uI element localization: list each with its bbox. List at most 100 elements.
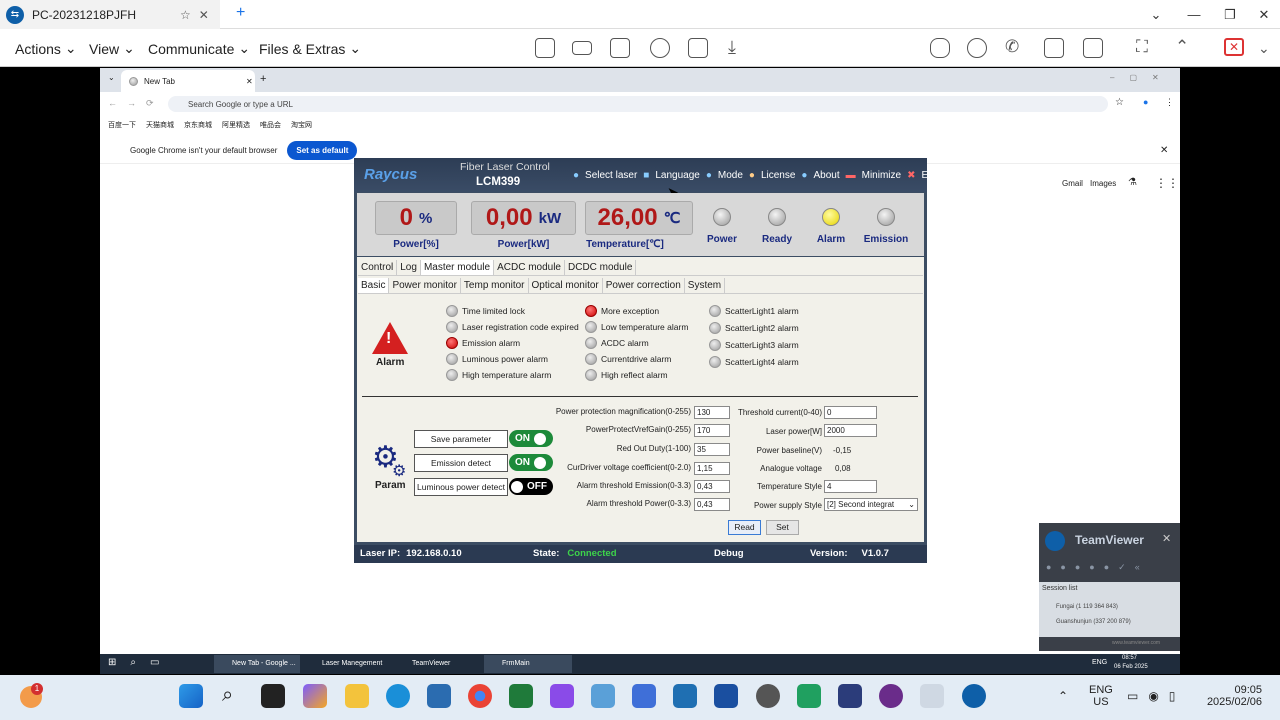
todo-icon[interactable] <box>632 684 656 708</box>
gmail-link[interactable]: Gmail <box>1062 179 1083 188</box>
images-link[interactable]: Images <box>1090 179 1116 188</box>
edit-icon[interactable] <box>1044 38 1064 58</box>
new-tab-icon[interactable]: + <box>260 73 266 85</box>
app-icon[interactable] <box>673 684 697 708</box>
menu-about[interactable]: About <box>813 170 839 181</box>
bookmark-item[interactable]: 天猫商城 <box>146 120 174 130</box>
power-protection-magnification-input[interactable]: 130 <box>694 406 730 419</box>
remote-start-icons[interactable]: ⊞⌕▭ <box>108 657 173 668</box>
set-button[interactable]: Set <box>766 520 799 535</box>
labs-icon[interactable]: ⚗ <box>1128 177 1137 188</box>
nav-buttons[interactable]: ←→⟳ <box>108 98 164 109</box>
chevron-down-icon[interactable]: ⌄ <box>1138 0 1174 29</box>
close-tab-icon[interactable]: ✕ <box>199 8 209 22</box>
laser-power-input[interactable]: 2000 <box>824 424 877 437</box>
session-item[interactable]: Fungai (1 119 364 843) <box>1056 604 1118 610</box>
power-protect-vref-gain-input[interactable]: 170 <box>694 424 730 437</box>
tab-system[interactable]: System <box>685 278 726 293</box>
remote-task-chrome[interactable]: New Tab - Google ... <box>214 655 300 673</box>
refresh-icon[interactable] <box>650 38 670 58</box>
chrome-tab[interactable]: New Tab ✕ <box>121 70 255 92</box>
language-indicator[interactable]: ENG US <box>1089 684 1113 708</box>
keyboard-icon[interactable] <box>572 41 592 55</box>
teamviewer-icon[interactable] <box>962 684 986 708</box>
tab-control[interactable]: Control <box>358 260 398 275</box>
menu-language[interactable]: Language <box>655 170 700 181</box>
app-icon[interactable] <box>756 684 780 708</box>
bookmark-item[interactable]: 京东商城 <box>184 120 212 130</box>
debug-button[interactable]: Debug <box>714 548 744 559</box>
read-button[interactable]: Read <box>728 520 761 535</box>
bookmark-star-icon[interactable]: ☆ <box>1115 97 1124 108</box>
address-bar[interactable]: Search Google or type a URL <box>168 96 1108 112</box>
threshold-current-input[interactable]: 0 <box>824 406 877 419</box>
close-icon[interactable]: ✕ <box>1246 0 1280 29</box>
remote-lang[interactable]: ENG <box>1092 659 1107 666</box>
tab-acdc-module[interactable]: ACDC module <box>494 260 565 275</box>
menu-view[interactable]: View ⌄ <box>89 40 135 57</box>
minimize-icon[interactable]: — <box>1176 0 1212 29</box>
new-tab-icon[interactable]: + <box>236 4 245 22</box>
tab-basic[interactable]: Basic <box>358 278 390 293</box>
apps-grid-icon[interactable]: ⋮⋮ <box>1155 176 1179 190</box>
remote-task-laser[interactable]: Laser Manegement <box>304 655 390 673</box>
pm-app-icon[interactable] <box>879 684 903 708</box>
tab-master-module[interactable]: Master module <box>420 260 495 275</box>
task-view-icon[interactable] <box>261 684 285 708</box>
set-default-button[interactable]: Set as default <box>287 141 358 160</box>
copilot-icon[interactable] <box>303 684 327 708</box>
tab-optical-monitor[interactable]: Optical monitor <box>529 278 603 293</box>
menu-mode[interactable]: Mode <box>718 170 743 181</box>
alarm-threshold-power-input[interactable]: 0,43 <box>694 498 730 511</box>
chevron-up-icon[interactable]: ⌃ <box>1058 689 1068 703</box>
th-app-icon[interactable] <box>714 684 738 708</box>
profile-icon[interactable]: ● <box>1143 97 1148 107</box>
widget-close-icon[interactable]: ✕ <box>1162 532 1171 545</box>
remote-task-teamviewer[interactable]: TeamViewer <box>394 655 480 673</box>
menu-minimize[interactable]: Minimize <box>862 170 901 181</box>
menu-exit[interactable]: Exit <box>921 170 938 181</box>
hand-icon[interactable] <box>930 38 950 58</box>
chrome-icon[interactable] <box>468 684 492 708</box>
bookmark-item[interactable]: 唯品会 <box>260 120 281 130</box>
screenshot-icon[interactable] <box>1083 38 1103 58</box>
close-icon[interactable]: ✕ <box>246 77 253 86</box>
widget-toolbar[interactable]: ●●●●●✓« <box>1046 562 1149 573</box>
menu-files-extras[interactable]: Files & Extras ⌄ <box>259 40 361 57</box>
chevron-up-icon[interactable]: ⌃ <box>1175 37 1189 57</box>
menu-select-laser[interactable]: Select laser <box>585 170 637 181</box>
tab-power-monitor[interactable]: Power monitor <box>389 278 461 293</box>
chart-icon[interactable] <box>535 38 555 58</box>
session-item[interactable]: Guanshunjun (337 200 879) <box>1056 619 1131 625</box>
app-icon[interactable] <box>797 684 821 708</box>
fx-app-icon[interactable] <box>838 684 862 708</box>
excel-icon[interactable] <box>509 684 533 708</box>
restore-icon[interactable]: ❐ <box>1212 0 1248 29</box>
menu-actions[interactable]: Actions ⌄ <box>15 40 77 57</box>
tab-log[interactable]: Log <box>397 260 421 275</box>
chrome-window-controls[interactable]: –▢✕ <box>1110 73 1174 82</box>
chevron-down-icon[interactable]: ⌄ <box>1258 40 1270 57</box>
photos-icon[interactable] <box>591 684 615 708</box>
tab-search-icon[interactable]: ⌄ <box>108 73 115 82</box>
end-session-icon[interactable]: ✕ <box>1224 38 1244 56</box>
tab-power-correction[interactable]: Power correction <box>603 278 685 293</box>
file-transfer-icon[interactable] <box>610 38 630 58</box>
alarm-threshold-emission-input[interactable]: 0,43 <box>694 480 730 493</box>
quality-icon[interactable] <box>688 38 708 58</box>
session-tab[interactable]: ⇆ PC-20231218PJFH ☆ ✕ <box>0 0 220 29</box>
notepad-icon[interactable] <box>427 684 451 708</box>
bookmark-item[interactable]: 阿里精选 <box>222 120 250 130</box>
tab-dcdc-module[interactable]: DCDC module <box>565 260 637 275</box>
paint-icon[interactable] <box>550 684 574 708</box>
menu-communicate[interactable]: Communicate ⌄ <box>148 40 250 57</box>
bookmark-item[interactable]: 淘宝网 <box>291 120 312 130</box>
menu-license[interactable]: License <box>761 170 795 181</box>
remote-task-frmmain[interactable]: FrmMain <box>484 655 572 673</box>
edge-icon[interactable] <box>386 684 410 708</box>
search-icon[interactable]: ⌕ <box>222 684 233 707</box>
tray-icons[interactable]: ▭◉▯ <box>1127 689 1185 703</box>
phone-icon[interactable]: ✆ <box>1005 37 1019 57</box>
infobar-close-icon[interactable]: ✕ <box>1160 145 1168 156</box>
file-explorer-icon[interactable] <box>345 684 369 708</box>
